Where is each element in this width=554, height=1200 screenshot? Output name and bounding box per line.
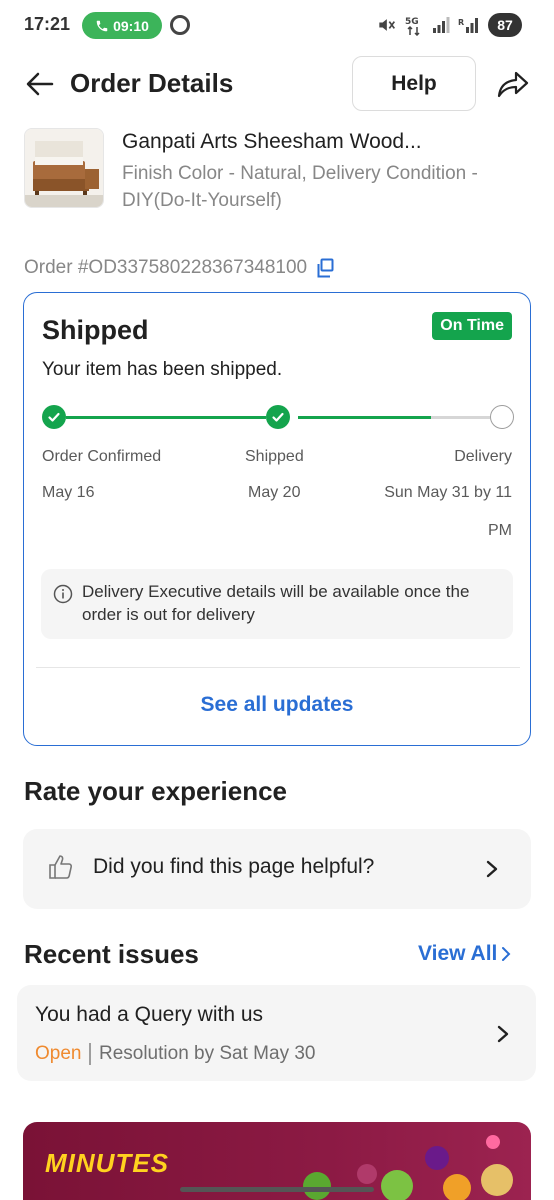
step-label-delivery: Delivery <box>454 448 512 465</box>
track-segment-1 <box>66 416 266 419</box>
page-title: Order Details <box>70 68 234 98</box>
status-bar: 17:21 09:10 5G R 87 <box>0 0 554 52</box>
check-icon <box>48 412 60 422</box>
issue-separator <box>89 1043 91 1065</box>
step-label-shipped: Shipped <box>245 448 304 465</box>
status-title: Shipped <box>42 315 149 345</box>
product-summary[interactable]: Ganpati Arts Sheesham Wood... Finish Col… <box>24 128 534 214</box>
thumbs-up-icon <box>49 855 73 879</box>
issue-title: You had a Query with us <box>35 1003 264 1026</box>
view-all-label: View All <box>418 942 498 965</box>
call-timer: 09:10 <box>113 17 149 34</box>
share-icon[interactable] <box>496 67 530 101</box>
step-date-shipped: May 20 <box>248 484 301 501</box>
issue-status: Open <box>35 1043 82 1064</box>
card-divider <box>36 667 520 668</box>
ongoing-call-pill[interactable]: 09:10 <box>82 12 162 39</box>
step-shipped-dot <box>266 405 290 429</box>
step-delivery-dot <box>490 405 514 429</box>
order-status-card: Shipped On Time Your item has been shipp… <box>23 292 531 746</box>
page-helpful-card[interactable]: Did you find this page helpful? <box>23 829 531 909</box>
check-icon <box>272 412 284 422</box>
step-order-confirmed-dot <box>42 405 66 429</box>
track-segment-2-remaining <box>431 416 490 419</box>
see-all-updates-link[interactable]: See all updates <box>24 693 530 717</box>
mute-icon <box>379 19 395 31</box>
svg-text:5G: 5G <box>405 17 419 27</box>
page-helpful-question: Did you find this page helpful? <box>93 855 375 878</box>
info-icon <box>53 584 73 604</box>
issue-resolution: Resolution by Sat May 30 <box>98 1043 316 1064</box>
view-all-issues-link[interactable]: View All <box>418 942 511 966</box>
step-label-order-confirmed: Order Confirmed <box>42 448 162 465</box>
rate-heading: Rate your experience <box>24 776 288 806</box>
promo-banner-text: MINUTES <box>45 1148 169 1178</box>
order-id-row: Order #OD337580228367348100 <box>24 255 335 281</box>
chevron-right-icon <box>497 1025 509 1043</box>
page-header: Order Details Help <box>0 56 554 112</box>
status-indicators: 5G R 87 <box>376 13 522 37</box>
help-button[interactable]: Help <box>352 56 476 111</box>
notification-app-icon <box>170 15 190 35</box>
status-subtitle: Your item has been shipped. <box>42 359 283 380</box>
bed-product-image <box>25 129 103 207</box>
track-segment-2-progress <box>298 416 431 419</box>
status-time: 17:21 <box>24 14 71 34</box>
phone-icon <box>96 20 108 31</box>
product-thumbnail[interactable] <box>24 128 104 208</box>
shipment-tracker <box>42 405 514 429</box>
signal-2-icon: R <box>458 18 478 33</box>
product-variant: Finish Color - Natural, Delivery Conditi… <box>122 163 478 211</box>
product-name[interactable]: Ganpati Arts Sheesham Wood... <box>122 130 422 154</box>
copy-icon[interactable] <box>315 258 335 278</box>
chevron-right-icon <box>486 860 498 878</box>
network-5g-icon: 5G <box>405 17 420 36</box>
delivery-info-box: Delivery Executive details will be avail… <box>41 569 513 639</box>
back-arrow-icon[interactable] <box>24 68 56 100</box>
svg-text:R: R <box>458 18 464 27</box>
gesture-nav-handle[interactable] <box>180 1187 374 1192</box>
step-date-delivery: Sun May 31 by 11 PM <box>384 484 512 539</box>
step-date-order-confirmed: May 16 <box>42 484 95 501</box>
on-time-badge: On Time <box>432 312 512 340</box>
order-id: Order #OD337580228367348100 <box>24 257 308 278</box>
delivery-info-text: Delivery Executive details will be avail… <box>82 582 470 624</box>
signal-icon <box>433 17 450 33</box>
battery-indicator: 87 <box>488 13 522 37</box>
recent-issues-heading: Recent issues <box>24 939 199 969</box>
chevron-right-icon <box>502 947 511 961</box>
issue-meta: Open Resolution by Sat May 30 <box>35 1043 316 1065</box>
recent-issue-card[interactable]: You had a Query with us Open Resolution … <box>17 985 536 1081</box>
